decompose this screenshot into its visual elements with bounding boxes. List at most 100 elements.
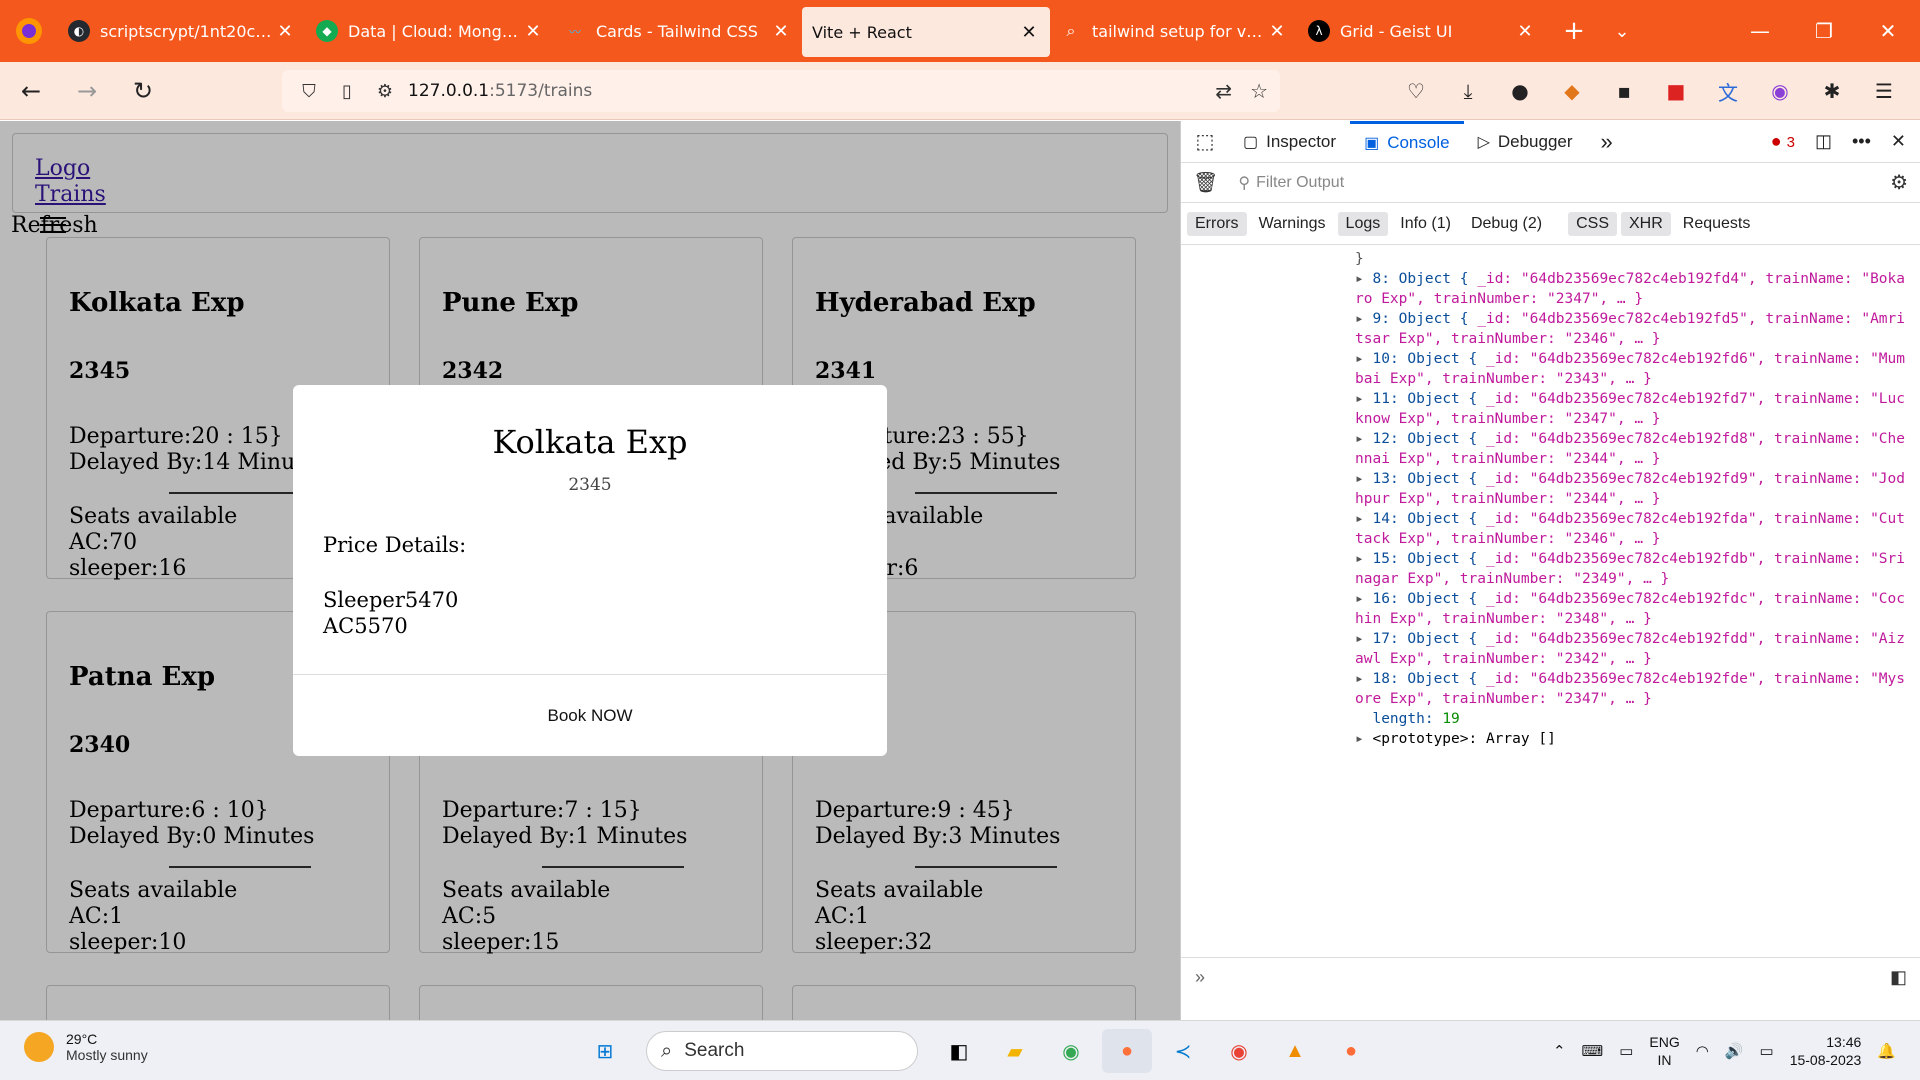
tab-inspector[interactable]: ▢ Inspector (1229, 121, 1350, 163)
tab-close-icon[interactable]: ✕ (274, 21, 296, 42)
shield-icon[interactable]: ⛉ (294, 81, 324, 102)
forward-arrow-icon[interactable]: → (62, 68, 112, 114)
error-badge[interactable]: ● 3 (1771, 131, 1795, 152)
console-object-line[interactable]: ▸ 15: Object { _id: "64db23569ec782c4eb1… (1355, 549, 1907, 589)
tab-close-icon[interactable]: ✕ (1018, 22, 1040, 43)
tab-close-icon[interactable]: ✕ (1514, 21, 1536, 42)
battery-icon[interactable]: ▭ (1760, 1042, 1774, 1060)
console-prototype-line[interactable]: ▸ <prototype>: Array [] (1355, 729, 1907, 749)
console-object-line[interactable]: ▸ 16: Object { _id: "64db23569ec782c4eb1… (1355, 589, 1907, 629)
filter-warnings[interactable]: Warnings (1251, 212, 1334, 236)
metamask-fox-icon[interactable]: ◆ (1546, 70, 1598, 112)
dock-side-icon[interactable]: ◫ (1815, 131, 1832, 152)
browser-tab-3[interactable]: Vite + React ✕ (802, 7, 1050, 57)
file-explorer-icon[interactable]: ▰ (990, 1029, 1040, 1073)
weather-widget[interactable]: 29°C Mostly sunny (24, 1031, 148, 1063)
more-tools-icon[interactable]: » (1587, 121, 1627, 163)
chrome-icon[interactable]: ◉ (1046, 1029, 1096, 1073)
extension-dots-icon[interactable]: ▪ (1598, 70, 1650, 112)
expand-triangle-icon: ▸ (1355, 391, 1373, 407)
task-view-icon[interactable]: ◧ (934, 1029, 984, 1073)
console-output[interactable]: } ▸ 8: Object { _id: "64db23569ec782c4eb… (1181, 247, 1920, 927)
console-object-line[interactable]: ▸ 9: Object { _id: "64db23569ec782c4eb19… (1355, 309, 1907, 349)
download-icon[interactable]: ⤓ (1442, 70, 1494, 112)
firefox-logo-icon[interactable] (0, 0, 58, 62)
back-arrow-icon[interactable]: ← (6, 68, 56, 114)
extension-red-icon[interactable]: ■ (1650, 70, 1702, 112)
tab-title: scriptscrypt/1nt20cs183 (100, 21, 274, 41)
list-all-tabs-button[interactable]: ⌄ (1602, 6, 1642, 56)
volume-icon[interactable]: 🔊 (1725, 1042, 1744, 1060)
browser-tab-5[interactable]: λ Grid - Geist UI ✕ (1298, 6, 1546, 56)
editor-mode-icon[interactable]: ◧ (1890, 967, 1907, 988)
tab-console[interactable]: ▣ Console (1350, 120, 1464, 163)
tab-close-icon[interactable]: ✕ (770, 21, 792, 42)
extension-vpn-icon[interactable]: ● (1494, 70, 1546, 112)
price-sleeper: Sleeper5470 (323, 588, 459, 612)
menu-hamburger-icon[interactable]: ☰ (1858, 70, 1910, 112)
color-picker-icon[interactable]: ◉ (1754, 70, 1806, 112)
browser-tab-4[interactable]: ⌕ tailwind setup for vite - ✕ (1050, 6, 1298, 56)
devtools-close-icon[interactable]: ✕ (1891, 131, 1906, 152)
console-input[interactable]: » ◧ (1181, 957, 1920, 997)
pocket-icon[interactable]: ♡ (1390, 70, 1442, 112)
url-text[interactable]: 127.0.0.1:5173/trains (408, 81, 592, 101)
page-icon[interactable]: ▯ (332, 81, 362, 102)
console-object-line[interactable]: ▸ 18: Object { _id: "64db23569ec782c4eb1… (1355, 669, 1907, 709)
tab-debugger[interactable]: ▷ Debugger (1464, 121, 1587, 163)
console-object-line[interactable]: ▸ 14: Object { _id: "64db23569ec782c4eb1… (1355, 509, 1907, 549)
console-object-line[interactable]: ▸ 8: Object { _id: "64db23569ec782c4eb19… (1355, 269, 1907, 309)
filter-debug[interactable]: Debug (2) (1463, 212, 1550, 236)
permissions-icon[interactable]: ⚙ (370, 81, 400, 102)
trash-icon[interactable]: 🗑 (1193, 170, 1218, 195)
filter-css[interactable]: CSS (1568, 211, 1617, 236)
expand-triangle-icon: ▸ (1355, 731, 1373, 747)
filter-errors[interactable]: Errors (1187, 211, 1247, 236)
extensions-puzzle-icon[interactable]: ✱ (1806, 70, 1858, 112)
postman-icon[interactable]: ● (1326, 1029, 1376, 1073)
url-bar[interactable]: ⛉ ▯ ⚙ 127.0.0.1:5173/trains ⇄ ☆ (282, 70, 1280, 112)
tab-close-icon[interactable]: ✕ (522, 21, 544, 42)
reload-icon[interactable]: ↻ (118, 68, 168, 114)
restore-button[interactable]: ❐ (1792, 0, 1856, 62)
tab-close-icon[interactable]: ✕ (1266, 21, 1288, 42)
filter-info[interactable]: Info (1) (1392, 212, 1459, 236)
language-indicator[interactable]: ENG IN (1649, 1033, 1679, 1069)
chevron-up-icon[interactable]: ⌃ (1553, 1042, 1566, 1060)
keyboard-icon[interactable]: ⌨ (1582, 1042, 1604, 1060)
console-object-line[interactable]: ▸ 11: Object { _id: "64db23569ec782c4eb1… (1355, 389, 1907, 429)
console-object-line[interactable]: ▸ 12: Object { _id: "64db23569ec782c4eb1… (1355, 429, 1907, 469)
translate-icon[interactable]: ⇄ (1215, 79, 1232, 103)
filter-xhr[interactable]: XHR (1621, 211, 1671, 236)
book-now-button[interactable]: Book NOW (547, 706, 632, 726)
clock[interactable]: 13:46 15-08-2023 (1790, 1033, 1862, 1069)
chrome-profile-icon[interactable]: ◉ (1214, 1029, 1264, 1073)
bookmark-star-icon[interactable]: ☆ (1250, 79, 1268, 103)
filter-logs[interactable]: Logs (1337, 211, 1389, 236)
new-tab-button[interactable]: + (1546, 6, 1602, 56)
window-close-button[interactable]: ✕ (1856, 0, 1920, 62)
console-length-line: length: 19 (1372, 711, 1460, 727)
price-details-label: Price Details: (323, 533, 467, 557)
element-picker-icon[interactable]: ⬚ (1181, 129, 1229, 154)
filter-requests[interactable]: Requests (1675, 212, 1759, 236)
windows-start-icon[interactable]: ⊞ (580, 1029, 630, 1073)
vscode-icon[interactable]: ≺ (1158, 1029, 1208, 1073)
minimize-button[interactable]: — (1728, 0, 1792, 62)
display-icon[interactable]: ▭ (1619, 1042, 1633, 1060)
vlc-icon[interactable]: ▲ (1270, 1029, 1320, 1073)
console-object-line[interactable]: ▸ 17: Object { _id: "64db23569ec782c4eb1… (1355, 629, 1907, 669)
wifi-icon[interactable]: ◠ (1696, 1042, 1709, 1060)
console-object-line[interactable]: ▸ 10: Object { _id: "64db23569ec782c4eb1… (1355, 349, 1907, 389)
filter-output-input[interactable]: Filter Output (1256, 174, 1344, 192)
taskbar-search[interactable]: ⌕ Search (646, 1031, 918, 1071)
translate-extension-icon[interactable]: 文 (1702, 70, 1754, 112)
browser-tab-1[interactable]: ◆ Data | Cloud: MongoDB Cloud✕ (306, 6, 554, 56)
devtools-menu-icon[interactable]: ••• (1852, 131, 1871, 152)
browser-tab-0[interactable]: ◐ scriptscrypt/1nt20cs183✕ (58, 6, 306, 56)
settings-gear-icon[interactable]: ⚙ (1890, 170, 1908, 195)
browser-tab-2[interactable]: 〰 Cards - Tailwind CSS ✕ (554, 6, 802, 56)
firefox-taskbar-icon[interactable]: ● (1102, 1029, 1152, 1073)
notification-bell-icon[interactable]: 🔔 (1877, 1042, 1896, 1060)
console-object-line[interactable]: ▸ 13: Object { _id: "64db23569ec782c4eb1… (1355, 469, 1907, 509)
